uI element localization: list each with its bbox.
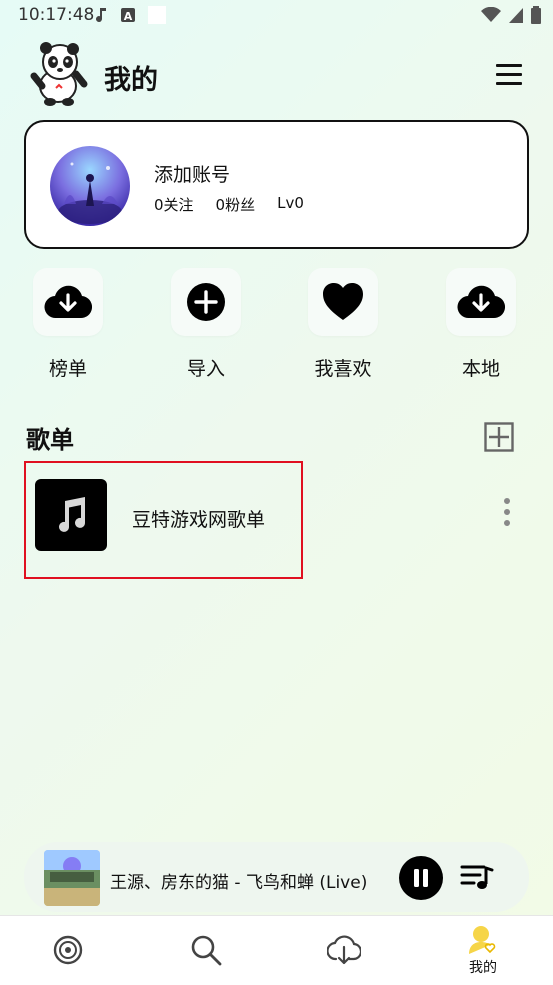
heart-icon	[323, 283, 363, 320]
menu-line	[496, 73, 522, 76]
user-heart-icon	[469, 925, 496, 954]
quick-action-import[interactable]: 导入	[171, 268, 241, 381]
fans-count[interactable]: 0粉丝	[216, 194, 256, 215]
quick-action-label: 本地	[461, 358, 500, 380]
quick-action-box[interactable]	[171, 268, 241, 336]
quick-action-label: 导入	[186, 358, 225, 380]
a-notification-icon: A	[121, 8, 135, 23]
nav-cloud[interactable]	[314, 916, 374, 985]
quick-action-box[interactable]	[33, 268, 103, 336]
svg-text:A: A	[124, 10, 133, 23]
playlist-item[interactable]: 豆特游戏网歌单	[24, 461, 303, 579]
bottom-navigation: 我的	[0, 915, 553, 985]
playlist-queue-icon	[460, 865, 494, 889]
wifi-icon	[481, 7, 501, 22]
mini-player[interactable]: 王源、房东的猫 - 飞鸟和蝉 (Live)	[24, 842, 529, 912]
status-notification-icons: A	[96, 6, 166, 24]
album-cover[interactable]	[44, 850, 100, 906]
more-dot	[504, 498, 510, 504]
account-stats: 0关注 0粉丝 Lv0	[154, 194, 304, 215]
quick-action-box[interactable]	[308, 268, 378, 336]
nav-mine[interactable]: 我的	[453, 916, 513, 985]
quick-action-favorites[interactable]: 我喜欢	[308, 268, 378, 381]
music-notification-icon	[96, 8, 106, 23]
nav-label: 我的	[469, 959, 497, 976]
add-playlist-button[interactable]	[484, 422, 514, 452]
disc-icon	[53, 935, 83, 964]
playlist-section-title: 歌单	[26, 426, 74, 454]
page-title: 我的	[104, 65, 158, 96]
nav-discover[interactable]	[38, 916, 98, 985]
music-note-icon	[59, 497, 85, 532]
more-dot	[504, 520, 510, 526]
pause-icon	[414, 869, 428, 887]
plus-circle-icon	[187, 283, 225, 321]
add-account-label[interactable]: 添加账号	[154, 160, 230, 187]
nav-search[interactable]	[176, 916, 236, 985]
cloud-download-icon	[44, 285, 92, 319]
cloud-download-icon	[327, 934, 361, 964]
cloud-download-icon	[457, 285, 505, 319]
account-card[interactable]: 添加账号 0关注 0粉丝 Lv0	[24, 120, 529, 249]
battery-icon	[531, 6, 541, 24]
playlist-cover	[35, 479, 107, 551]
menu-button[interactable]	[496, 64, 522, 86]
status-time: 10:17:48	[18, 5, 95, 25]
now-playing-title: 王源、房东的猫 - 飞鸟和蝉 (Live)	[110, 873, 368, 893]
search-icon	[191, 935, 222, 965]
quick-action-box[interactable]	[446, 268, 516, 336]
queue-button[interactable]	[460, 862, 494, 894]
menu-line	[496, 82, 522, 85]
level-badge: Lv0	[277, 194, 304, 212]
status-system-icons	[481, 6, 541, 24]
signal-icon	[509, 8, 523, 23]
white-square-icon	[148, 6, 166, 24]
pause-button[interactable]	[399, 856, 443, 900]
playlist-more-button[interactable]	[502, 498, 512, 532]
playlist-name: 豆特游戏网歌单	[132, 509, 266, 531]
more-dot	[504, 509, 510, 515]
avatar[interactable]	[50, 146, 130, 226]
menu-line	[496, 64, 522, 67]
quick-action-label: 榜单	[48, 358, 87, 380]
panda-logo-icon	[26, 40, 92, 106]
quick-action-label: 我喜欢	[314, 358, 372, 380]
quick-action-local[interactable]: 本地	[446, 268, 516, 381]
quick-action-charts[interactable]: 榜单	[33, 268, 103, 381]
add-square-icon	[484, 422, 514, 452]
following-count[interactable]: 0关注	[154, 194, 194, 215]
